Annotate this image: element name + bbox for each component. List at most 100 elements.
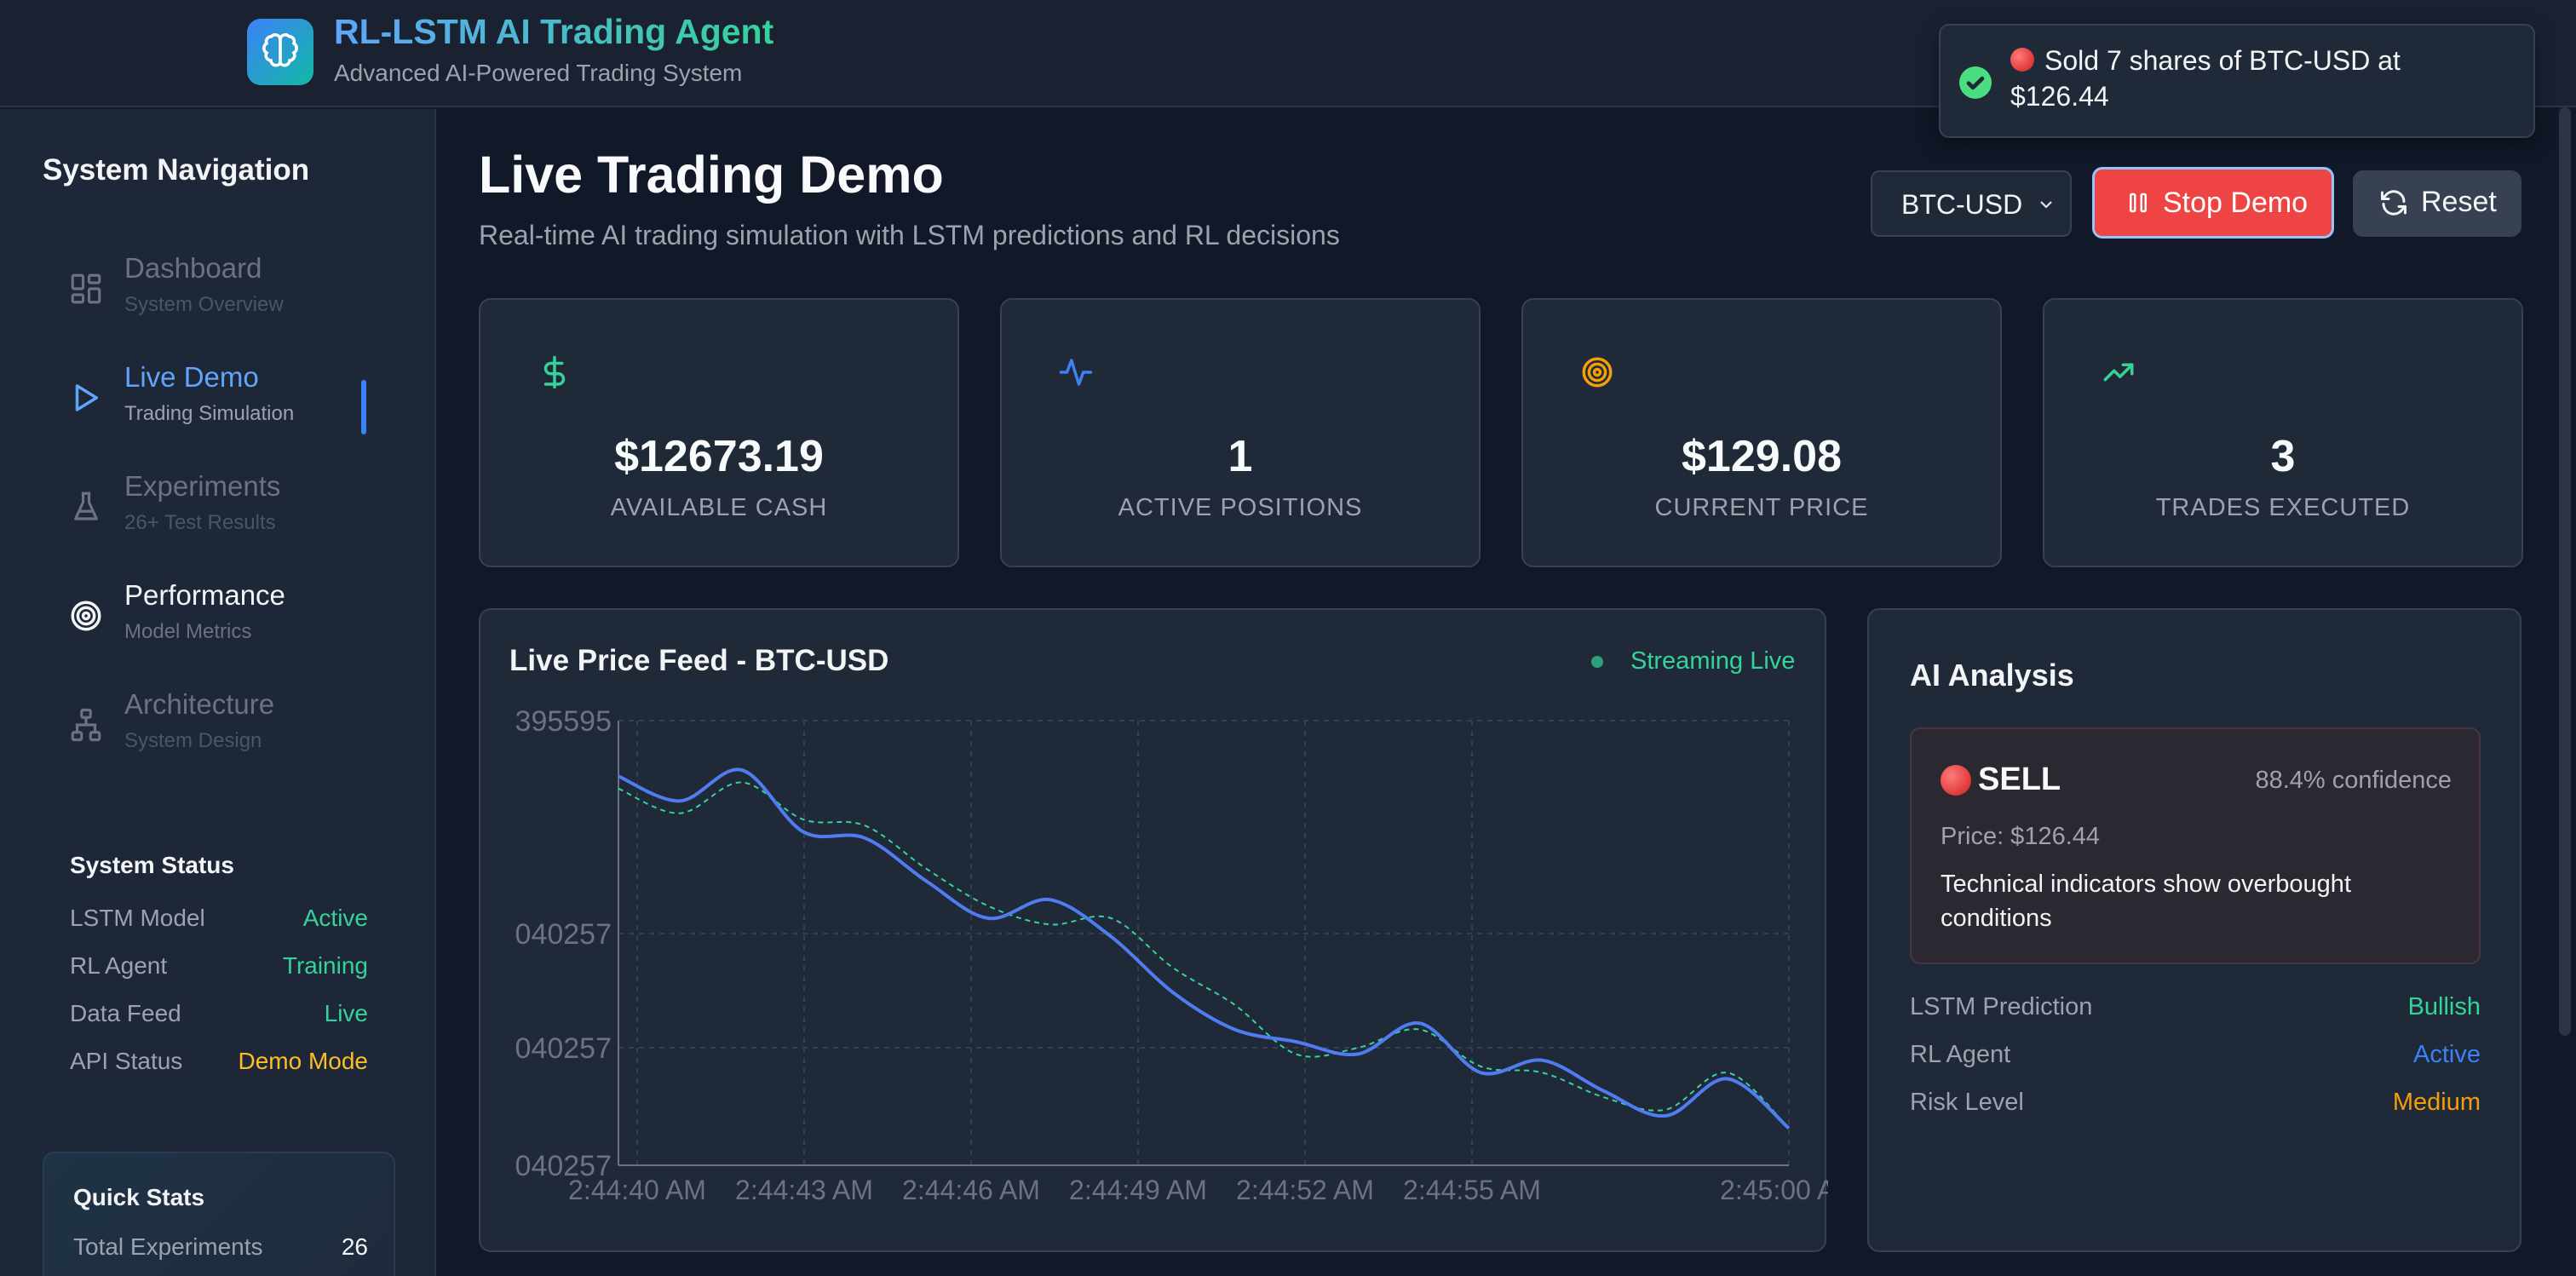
stop-demo-label: Stop Demo	[2163, 187, 2309, 219]
sidebar-item-label: Performance	[124, 579, 285, 611]
sidebar-item-performance[interactable]: Performance Model Metrics	[60, 579, 383, 664]
sidebar: System Navigation Dashboard System Overv…	[0, 109, 436, 1276]
refresh-icon	[2381, 190, 2406, 216]
ai-metric-value: Active	[2413, 1041, 2481, 1068]
sidebar-item-sublabel: 26+ Test Results	[124, 511, 276, 534]
activity-icon	[1059, 359, 1093, 386]
stat-card-trades: 3 TRADES EXECUTED	[2043, 298, 2523, 567]
trade-notification-toast[interactable]: Sold 7 shares of BTC-USD at $126.44	[1939, 24, 2535, 138]
red-circle-icon	[1941, 765, 1971, 796]
signal-price: Price: $126.44	[1941, 823, 2101, 850]
stat-card-positions: 1 ACTIVE POSITIONS	[1000, 298, 1481, 567]
status-value: Active	[302, 905, 368, 931]
ai-metric-value: Bullish	[2407, 993, 2481, 1020]
system-status-title: System Status	[70, 852, 234, 878]
quick-stats-title: Quick Stats	[73, 1184, 205, 1210]
stat-label: CURRENT PRICE	[1654, 494, 1869, 521]
reset-button[interactable]: Reset	[2353, 170, 2521, 237]
quick-stats-row: Total Experiments 26	[73, 1233, 368, 1261]
signal-label: SELL	[1978, 762, 2061, 797]
prediction-line	[618, 781, 1790, 1129]
active-indicator	[361, 380, 366, 434]
x-tick-label: 2:44:43 AM	[735, 1175, 873, 1205]
price-line	[618, 767, 1791, 1130]
grid-icon	[71, 273, 101, 304]
status-row: LSTM Model Active	[70, 905, 368, 939]
stat-value: 1	[1228, 432, 1253, 481]
app-title: RL-LSTM AI Trading Agent	[334, 12, 774, 51]
play-icon	[75, 384, 98, 411]
quick-stats-value: 26	[341, 1233, 368, 1260]
sidebar-item-experiments[interactable]: Experiments 26+ Test Results	[60, 470, 383, 555]
stop-demo-button[interactable]: Stop Demo	[2092, 167, 2334, 239]
x-tick-label: 2:44:55 AM	[1403, 1175, 1541, 1205]
price-chart-card: Live Price Feed - BTC-USD Streaming Live…	[479, 608, 1828, 1252]
sidebar-item-sublabel: Trading Simulation	[124, 402, 295, 425]
x-tick-label: 2:45:00 AM	[1720, 1175, 1828, 1205]
stat-value: $12673.19	[614, 432, 824, 481]
signal-reason: Technical indicators show overbought con…	[1941, 871, 2351, 932]
target-icon	[1582, 357, 1613, 388]
trending-up-icon	[2103, 363, 2134, 382]
status-row: API Status Demo Mode	[70, 1048, 368, 1082]
status-key: API Status	[70, 1048, 183, 1074]
ai-metric-row: RL Agent Active	[1910, 1041, 2481, 1075]
sidebar-item-sublabel: System Overview	[124, 293, 284, 316]
quick-stats-key: Total Experiments	[73, 1233, 263, 1260]
check-circle-icon	[1959, 66, 1992, 99]
status-value: Training	[282, 952, 368, 979]
page-subtitle: Real-time AI trading simulation with LST…	[479, 220, 1340, 250]
stat-card-cash: $12673.19 AVAILABLE CASH	[479, 298, 959, 567]
stat-label: ACTIVE POSITIONS	[1118, 494, 1363, 521]
pause-icon	[2130, 193, 2147, 213]
stat-card-price: $129.08 CURRENT PRICE	[1521, 298, 2002, 567]
stat-label: TRADES EXECUTED	[2155, 494, 2411, 521]
sidebar-item-architecture[interactable]: Architecture System Design	[60, 688, 383, 773]
ai-metric-key: LSTM Prediction	[1910, 993, 2093, 1020]
sidebar-item-live-demo[interactable]: Live Demo Trading Simulation	[60, 361, 383, 446]
stat-value: 3	[2270, 432, 2296, 481]
toast-message: Sold 7 shares of BTC-USD at $126.44	[2010, 45, 2401, 112]
app-subtitle: Advanced AI-Powered Trading System	[334, 60, 743, 86]
ai-metric-row: LSTM Prediction Bullish	[1910, 993, 2481, 1027]
stat-value: $129.08	[1682, 432, 1842, 481]
stat-label: AVAILABLE CASH	[610, 494, 828, 521]
x-tick-label: 2:44:40 AM	[568, 1175, 706, 1205]
status-row: RL Agent Training	[70, 952, 368, 986]
quick-stats-panel: Quick Stats Total Experiments 26	[43, 1152, 395, 1276]
y-tick-label: 395595	[515, 705, 612, 738]
sidebar-item-label: Architecture	[124, 688, 275, 720]
chevron-down-icon	[2040, 201, 2052, 209]
status-key: LSTM Model	[70, 905, 205, 931]
symbol-select-value: BTC-USD	[1901, 189, 2023, 220]
ai-metric-key: Risk Level	[1910, 1089, 2024, 1116]
sidebar-item-sublabel: System Design	[124, 729, 262, 752]
symbol-select[interactable]: BTC-USD	[1871, 170, 2072, 237]
status-key: RL Agent	[70, 952, 168, 979]
x-tick-label: 2:44:49 AM	[1069, 1175, 1207, 1205]
price-chart: 3955950402570402570402572:44:40 AM 2:44:4…	[515, 705, 1828, 1205]
network-icon	[71, 708, 101, 742]
y-tick-label: 040257	[515, 918, 612, 951]
sidebar-item-label: Dashboard	[124, 252, 262, 284]
status-value: Live	[324, 1000, 368, 1026]
flask-icon	[74, 491, 98, 520]
dollar-icon	[543, 355, 566, 389]
sidebar-item-sublabel: Model Metrics	[124, 620, 252, 643]
target-icon	[71, 601, 101, 631]
y-tick-label: 040257	[515, 1032, 612, 1065]
ai-metric-row: Risk Level Medium	[1910, 1089, 2481, 1123]
sidebar-item-label: Live Demo	[124, 361, 259, 393]
status-row: Data Feed Live	[70, 1000, 368, 1034]
sidebar-title: System Navigation	[43, 153, 310, 187]
page-scrollbar[interactable]	[2559, 107, 2571, 1036]
status-value: Demo Mode	[238, 1048, 368, 1074]
x-tick-label: 2:44:52 AM	[1236, 1175, 1374, 1205]
ai-metric-value: Medium	[2392, 1089, 2481, 1116]
status-key: Data Feed	[70, 1000, 181, 1026]
ai-analysis-title: AI Analysis	[1910, 658, 2074, 693]
sidebar-item-label: Experiments	[124, 470, 281, 502]
ai-analysis-card: AI Analysis SELL 88.4% confidence Price:…	[1867, 608, 2521, 1252]
ai-metric-key: RL Agent	[1910, 1041, 2011, 1068]
sidebar-item-dashboard[interactable]: Dashboard System Overview	[60, 252, 383, 337]
